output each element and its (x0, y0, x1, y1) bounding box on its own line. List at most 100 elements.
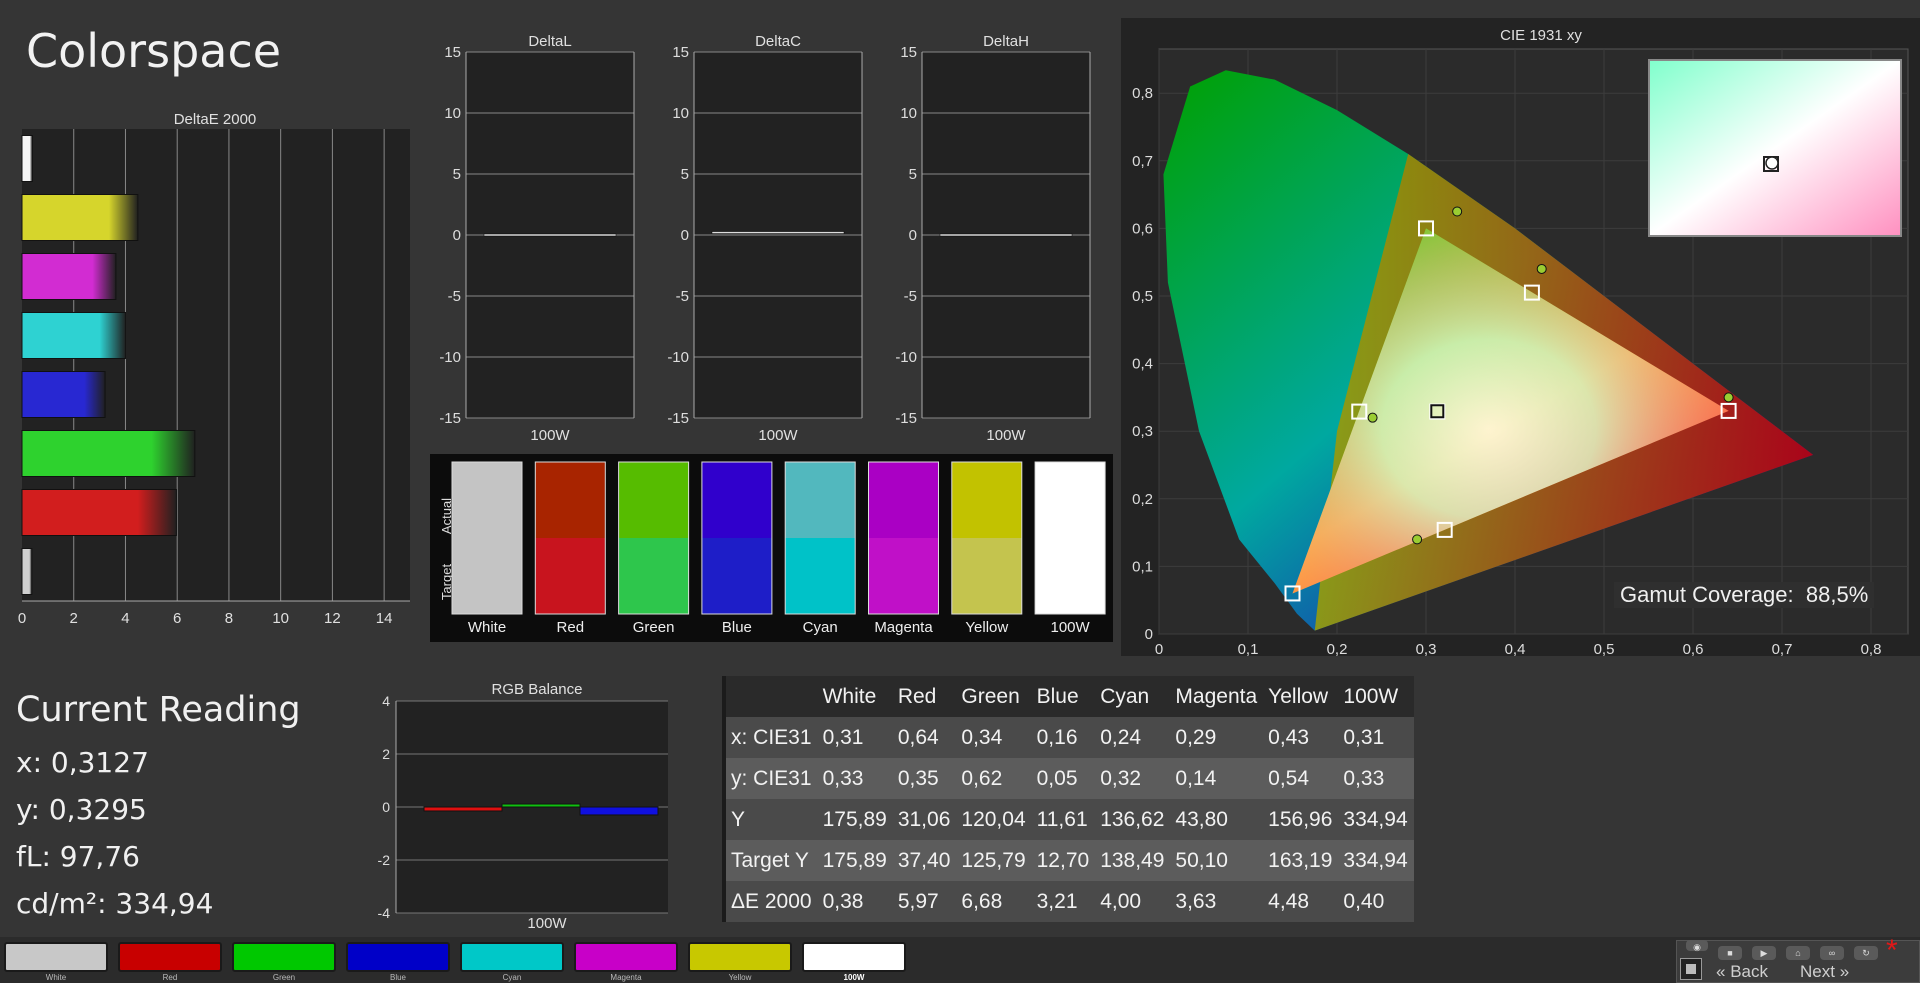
deltae-tick-label: 0 (18, 610, 26, 627)
table-row: ΔE 2000 0,38 5,97 6,68 3,21 4,00 3,63 4,48 0,40 (722, 881, 1414, 922)
patch-actual (452, 462, 522, 538)
table-cell: 0,35 (897, 766, 939, 790)
rgb-bar (423, 806, 503, 812)
cie-xtick-label: 0,8 (1861, 641, 1882, 656)
table-cell: 0,38 (822, 889, 864, 913)
swatch-button[interactable] (460, 942, 564, 972)
back-button[interactable]: « Back (1716, 962, 1768, 982)
table-header-cell: 100W (1343, 684, 1399, 708)
table-cell: 6,68 (961, 889, 1003, 913)
delta-charts: 15 10 5 0 -5 -10 -15 DeltaL 100W 15 10 5 0 -5 -10 -15 De… (439, 33, 1091, 444)
deltae-bar (21, 488, 177, 537)
patch-label: 100W (1051, 619, 1091, 636)
table-cell: 136,62 (1100, 807, 1165, 831)
play-icon[interactable]: ▶ (1752, 946, 1776, 960)
swatch-label: Cyan (502, 973, 522, 982)
table-header-cell: Cyan (1100, 684, 1150, 708)
delta-tick-label: 15 (672, 44, 689, 61)
cie-ytick-label: 0,5 (1132, 288, 1153, 305)
cie-measured-marker (1367, 412, 1378, 423)
swatch-button[interactable] (118, 942, 222, 972)
cycle-icon[interactable]: ∞ (1820, 946, 1844, 960)
deltae-bar (21, 134, 33, 183)
table-cell: Y (731, 807, 746, 831)
delta-tick-label: 10 (444, 105, 461, 122)
deltae-title: DeltaE 2000 (174, 111, 257, 128)
deltae-bar (21, 252, 117, 301)
rgb-tick-label: 4 (382, 693, 390, 709)
patch-actual (535, 462, 606, 538)
cie-panel: 0 0,1 0,2 0,3 0,4 0,5 0,6 0,7 0,8 0 0,1 0,2 0,3 0,4 0,… (1121, 18, 1920, 658)
white-measured-marker (1765, 156, 1779, 170)
patch-target (1035, 538, 1106, 614)
deltae-tick-label: 6 (173, 610, 181, 627)
table-header-row: White Red Green Blue Cyan Magenta Yellow 100W (722, 676, 1414, 717)
table-cell: 125,79 (961, 848, 1026, 872)
swatch-button[interactable] (232, 942, 336, 972)
cie-measured-marker (1412, 534, 1423, 545)
stop-icon[interactable]: ■ (1718, 946, 1742, 960)
patch-label: White (468, 619, 506, 636)
table-cell: 0,05 (1036, 766, 1078, 790)
cie-title: CIE 1931 xy (1500, 27, 1582, 44)
home-icon[interactable]: ⌂ (1786, 946, 1810, 960)
next-arrow-icon: » (1839, 962, 1850, 981)
delta-tick-label: 15 (900, 44, 917, 61)
reading-fl: fL: 97,76 (16, 840, 140, 873)
delta-tick-label: -5 (904, 288, 917, 305)
asterisk-icon[interactable]: * (1886, 936, 1898, 966)
delta-title: DeltaC (755, 33, 801, 50)
table-cell: 0,64 (897, 725, 939, 749)
patch-target (868, 538, 939, 614)
table-cell: 0,32 (1100, 766, 1142, 790)
table-header-cell: Green (961, 684, 1020, 708)
cie-xtick-label: 0,2 (1327, 641, 1348, 656)
delta-tick-label: 0 (909, 227, 917, 244)
table-cell: 0,31 (1343, 725, 1385, 749)
deltae-tick-label: 12 (324, 610, 341, 627)
rgb-label: 100W (527, 915, 567, 932)
deltae-bar (21, 547, 33, 596)
reading-cd: cd/m²: 334,94 (16, 887, 214, 920)
deltae-chart: DeltaE 2000 0 2 4 6 8 10 12 14 (18, 111, 410, 627)
delta-label: 100W (530, 427, 570, 444)
cie-xtick-label: 0,1 (1238, 641, 1259, 656)
swatch-button[interactable] (346, 942, 450, 972)
eye-icon[interactable]: ◉ (1686, 940, 1708, 952)
delta-bar (939, 233, 1073, 237)
table-cell: 37,40 (897, 848, 951, 872)
page-title: Colorspace (26, 24, 282, 78)
swatch-button[interactable] (688, 942, 792, 972)
swatch-button[interactable] (574, 942, 678, 972)
record-button[interactable] (1680, 958, 1702, 980)
table-header-cell: Yellow (1268, 684, 1329, 708)
swatch-button[interactable] (4, 942, 108, 972)
deltae-bar (21, 311, 126, 360)
cie-ytick-label: 0,7 (1132, 153, 1153, 170)
delta-tick-label: 5 (681, 166, 689, 183)
deltae-tick-label: 8 (225, 610, 233, 627)
rgb-bar (579, 806, 659, 816)
next-button[interactable]: Next » (1800, 962, 1849, 982)
patch-label: Yellow (965, 619, 1008, 636)
deltae-bar (21, 429, 196, 478)
table-cell: 175,89 (822, 807, 887, 831)
rgb-title: RGB Balance (492, 681, 583, 698)
delta-tick-label: -5 (676, 288, 689, 305)
delta-title: DeltaH (983, 33, 1029, 50)
table-cell: 0,24 (1100, 725, 1142, 749)
patch-target (618, 538, 689, 614)
deltae-bar (21, 193, 139, 242)
rgb-bar (501, 803, 581, 808)
cie-measured-marker (1452, 206, 1463, 217)
patch-grid: Actual Target White Red Green Blue Cyan Magen… (439, 461, 1106, 636)
delta-tick-label: -15 (895, 410, 917, 427)
delta-tick-label: 15 (444, 44, 461, 61)
table-cell: 0,29 (1175, 725, 1217, 749)
patch-actual (618, 462, 689, 538)
table-cell: 31,06 (897, 807, 951, 831)
swatch-button[interactable] (802, 942, 906, 972)
delta-label: 100W (758, 427, 798, 444)
delta-tick-label: -15 (667, 410, 689, 427)
refresh-icon[interactable]: ↻ (1854, 946, 1878, 960)
